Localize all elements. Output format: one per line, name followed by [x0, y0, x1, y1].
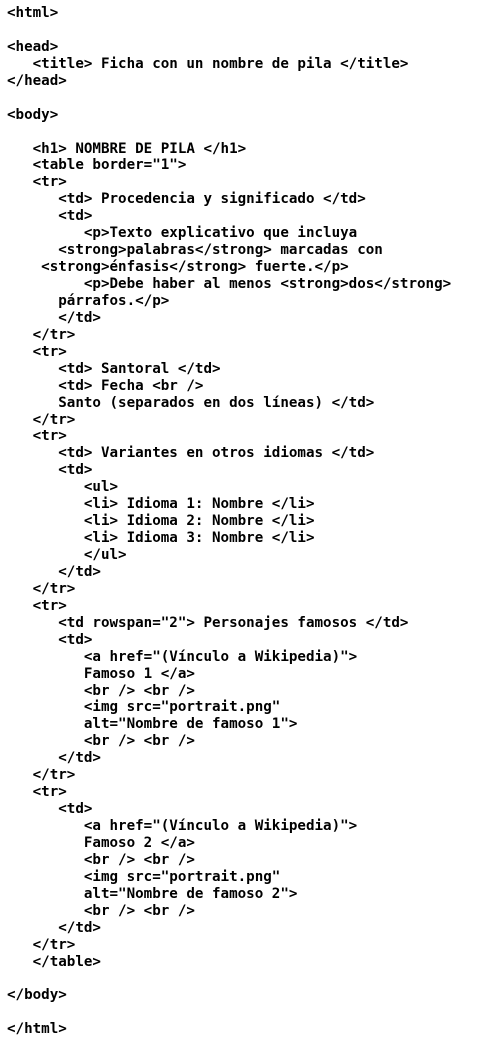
- code-line: </tr>: [7, 326, 76, 343]
- code-line: </td>: [7, 919, 101, 936]
- code-line: <title> Ficha con un nombre de pila </ti…: [7, 55, 409, 72]
- code-line: <p>Texto explicativo que incluya: [7, 225, 358, 242]
- code-line: párrafos.</p>: [7, 292, 170, 309]
- code-line: <td> Santoral </td>: [7, 360, 221, 377]
- code-line: alt="Nombre de famoso 1">: [7, 716, 298, 733]
- code-line: Famoso 2 </a>: [7, 834, 195, 851]
- code-line: <img src="portrait.png": [7, 868, 281, 885]
- code-line: <td>: [7, 462, 93, 479]
- code-line: <li> Idioma 3: Nombre </li>: [7, 530, 315, 547]
- code-line: Santo (separados en dos líneas) </td>: [7, 394, 375, 411]
- code-line: <td> Procedencia y significado </td>: [7, 191, 366, 208]
- code-line: <strong>palabras</strong> marcadas con: [7, 242, 383, 259]
- code-line: </tr>: [7, 580, 76, 597]
- code-line: <html>: [7, 5, 59, 21]
- code-line: <a href="(Vínculo a Wikipedia)">: [7, 818, 358, 834]
- code-line: </html>: [7, 1021, 67, 1038]
- code-listing: <html> <head> <title> Ficha con un nombr…: [7, 5, 451, 1038]
- code-line: <body>: [7, 106, 59, 123]
- code-line: <tr>: [7, 597, 67, 614]
- code-line: <tr>: [7, 784, 67, 801]
- code-line: </ul>: [7, 547, 127, 563]
- code-line: <br /> <br />: [7, 733, 195, 750]
- code-line: <li> Idioma 1: Nombre </li>: [7, 496, 315, 513]
- code-line: <head>: [7, 38, 59, 55]
- code-line: <td> Fecha <br />: [7, 377, 204, 394]
- code-line: <a href="(Vínculo a Wikipedia)">: [7, 648, 358, 665]
- code-line: <td rowspan="2"> Personajes famosos </td…: [7, 614, 409, 631]
- code-line: <td>: [7, 631, 93, 648]
- code-line: </tr>: [7, 767, 76, 784]
- code-line: </td>: [7, 750, 101, 767]
- code-line: <br /> <br />: [7, 851, 195, 868]
- code-line: </table>: [7, 953, 101, 970]
- code-line: <br /> <br />: [7, 902, 195, 919]
- code-line: </td>: [7, 563, 101, 580]
- code-line: <strong>énfasis</strong> fuerte.</p>: [7, 259, 349, 276]
- code-line: <td> Variantes en otros idiomas </td>: [7, 445, 375, 462]
- code-line: <tr>: [7, 174, 67, 191]
- code-line: </tr>: [7, 936, 76, 953]
- code-line: <table border="1">: [7, 157, 187, 174]
- code-line: <td>: [7, 801, 93, 818]
- code-line: Famoso 1 </a>: [7, 665, 195, 682]
- code-line: </head>: [7, 72, 67, 89]
- code-line: <td>: [7, 208, 93, 225]
- code-line: <tr>: [7, 428, 67, 445]
- code-line: </tr>: [7, 411, 76, 428]
- code-line: <img src="portrait.png": [7, 699, 281, 716]
- code-line: </td>: [7, 309, 101, 326]
- code-line: </body>: [7, 987, 67, 1004]
- code-line: <li> Idioma 2: Nombre </li>: [7, 513, 315, 530]
- code-line: <br /> <br />: [7, 682, 195, 699]
- code-line: <tr>: [7, 343, 67, 360]
- code-line: <h1> NOMBRE DE PILA </h1>: [7, 140, 247, 157]
- code-line: alt="Nombre de famoso 2">: [7, 885, 298, 902]
- code-line: <ul>: [7, 479, 119, 496]
- code-line: <p>Debe haber al menos <strong>dos</stro…: [7, 276, 452, 292]
